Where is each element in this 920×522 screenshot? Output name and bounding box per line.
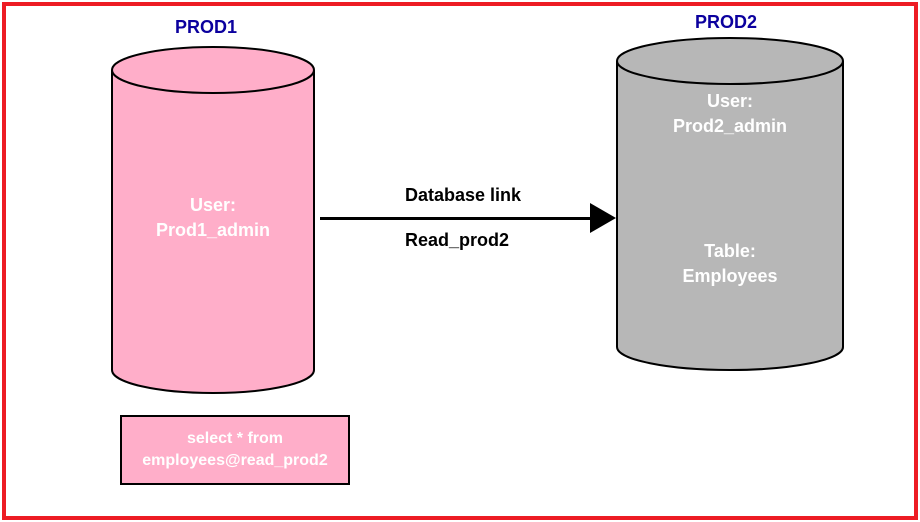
db2-table-label: Table:	[615, 241, 845, 262]
db2-user-label: User:	[615, 91, 845, 112]
db1-title: PROD1	[175, 17, 237, 38]
link-label-bottom: Read_prod2	[405, 230, 509, 251]
db1-user-name: Prod1_admin	[110, 220, 316, 241]
db1-cylinder: User: Prod1_admin	[110, 45, 316, 395]
db2-user-name: Prod2_admin	[615, 116, 845, 137]
db2-title: PROD2	[695, 12, 757, 33]
arrow-head-icon	[590, 203, 616, 233]
sql-query-box: select * from employees@read_prod2	[120, 415, 350, 485]
sql-line2: employees@read_prod2	[142, 450, 327, 472]
db2-cylinder: User: Prod2_admin Table: Employees	[615, 36, 845, 372]
link-arrow: Database link Read_prod2	[320, 175, 618, 265]
arrow-line-icon	[320, 217, 598, 220]
db1-user-label: User:	[110, 195, 316, 216]
link-label-top: Database link	[405, 185, 521, 206]
sql-line1: select * from	[187, 428, 283, 450]
db2-table-name: Employees	[615, 266, 845, 287]
